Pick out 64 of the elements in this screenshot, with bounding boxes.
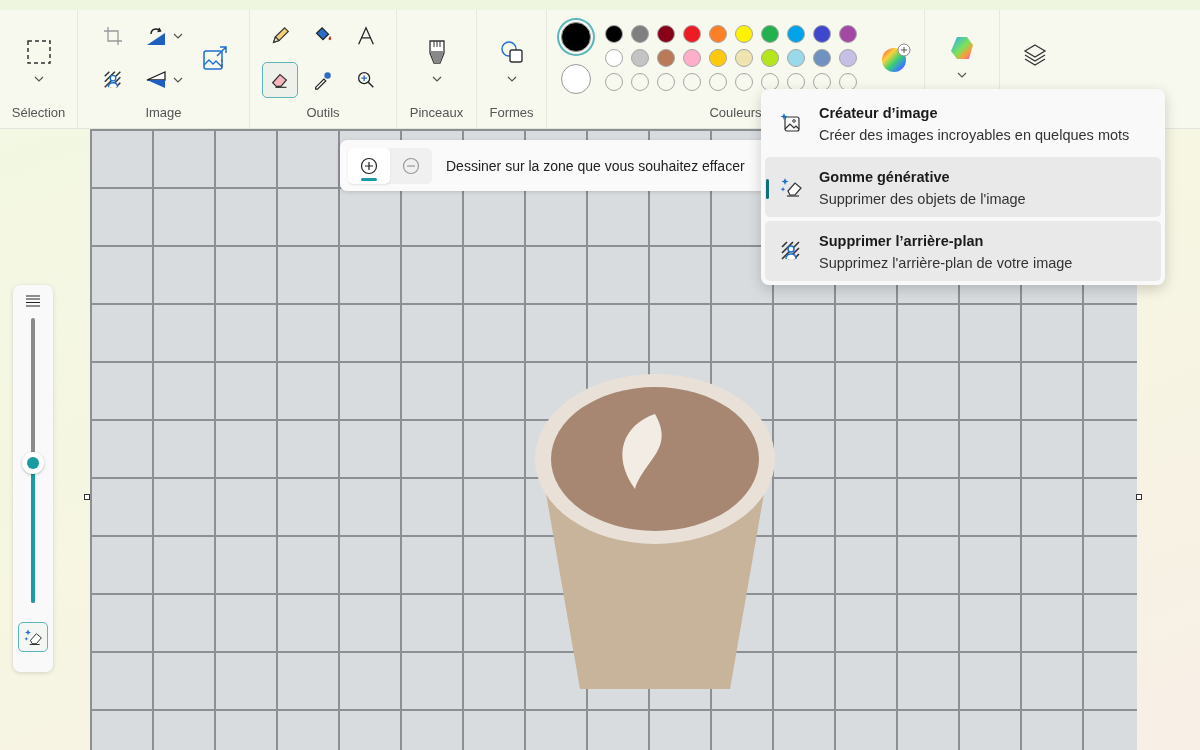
resize-handle[interactable] [1136, 494, 1142, 500]
primary-color-swatch[interactable] [561, 21, 591, 52]
menu-item-description: Supprimer des objets de l'image [819, 191, 1026, 207]
image-sparkle-icon [779, 111, 803, 135]
group-label: Image [145, 105, 182, 120]
resize-image-icon [201, 44, 228, 71]
tool-button[interactable] [262, 61, 298, 98]
color-swatch[interactable] [605, 48, 623, 67]
color-swatch[interactable] [683, 24, 701, 43]
hint-text: Dessiner sur la zone que vous souhaitez effacer [446, 157, 745, 174]
menu-item-title: Gomme générative [819, 169, 951, 185]
shapes-icon [499, 39, 524, 64]
menu-item[interactable]: Gomme générative Supprimer des objets de l'image [765, 157, 1161, 217]
color-swatch[interactable] [787, 24, 805, 43]
color-swatch[interactable] [631, 48, 649, 67]
group-label: Outils [306, 105, 340, 120]
text-icon [355, 24, 377, 47]
generative-erase-button[interactable] [18, 622, 48, 652]
menu-item[interactable]: Créateur d’image Créer des images incroyables en quelques mots [765, 93, 1161, 153]
color-wheel-icon[interactable] [881, 42, 911, 73]
menu-item[interactable]: Supprimer l’arrière-plan Supprimez l'arrière-plan de votre image [765, 221, 1161, 281]
chevron-down-icon [172, 76, 183, 83]
flip-icon [144, 68, 167, 91]
color-swatch[interactable] [787, 48, 805, 67]
color-swatch[interactable] [657, 48, 675, 67]
color-swatch[interactable] [839, 24, 857, 43]
group-label: Pinceaux [409, 105, 464, 120]
remove-background-icon [101, 68, 124, 91]
color-swatch[interactable] [735, 48, 753, 67]
color-swatch[interactable] [605, 24, 623, 43]
group-label: Couleurs [709, 105, 762, 120]
color-swatch[interactable] [839, 48, 857, 67]
menu-item-title: Créateur d’image [819, 105, 939, 121]
color-swatch[interactable] [657, 24, 675, 43]
color-swatch[interactable] [813, 48, 831, 67]
color-swatch[interactable] [813, 24, 831, 43]
color-swatch[interactable] [735, 24, 753, 43]
menu-item-description: Supprimez l'arrière-plan de votre image [819, 255, 1073, 271]
crop-icon [102, 25, 123, 46]
color-swatch[interactable] [761, 24, 779, 43]
minus-circle-icon [402, 156, 420, 175]
size-slider-thumb[interactable] [22, 452, 44, 475]
menu-item-description: Créer des images incroyables en quelques mots [819, 127, 1130, 143]
color-swatch[interactable] [631, 24, 649, 43]
chevron-down-icon [957, 72, 967, 78]
resize-handle[interactable] [84, 494, 90, 500]
line-thickness-icon [25, 295, 41, 307]
color-swatch[interactable] [761, 48, 779, 67]
menu-item-title: Supprimer l’arrière-plan [819, 233, 985, 249]
color-swatch[interactable] [709, 24, 727, 43]
add-area-button[interactable] [348, 147, 390, 184]
chevron-down-icon [33, 75, 44, 82]
plus-circle-icon [360, 156, 378, 175]
brush-icon [426, 38, 447, 65]
chevron-down-icon [506, 75, 517, 82]
chevron-down-icon [172, 32, 183, 39]
color-swatch[interactable] [709, 48, 727, 67]
group-label: Formes [489, 105, 534, 120]
dashed-rectangle-icon [25, 38, 52, 65]
secondary-color-swatch[interactable] [561, 63, 591, 94]
layers-icon [1023, 42, 1047, 66]
color-swatch[interactable] [683, 48, 701, 67]
group-label: Sélection [11, 105, 66, 120]
chevron-down-icon [431, 75, 442, 82]
